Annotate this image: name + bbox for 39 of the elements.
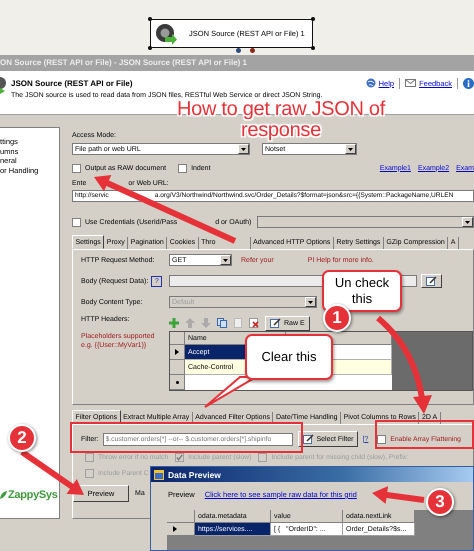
component-icon: [0, 77, 7, 95]
caret-icon: [348, 148, 353, 150]
dialog-title: JSON Source (REST API or File): [11, 78, 133, 88]
checkbox[interactable]: [72, 164, 81, 172]
copy-icon[interactable]: [217, 318, 227, 328]
edit-icon: [270, 318, 281, 328]
row-header[interactable]: [167, 523, 195, 536]
row-header[interactable]: [170, 345, 185, 360]
leaf-icon: [0, 491, 7, 499]
credentials-dropdown[interactable]: [257, 216, 474, 228]
mail-icon: [405, 79, 416, 87]
checkbox[interactable]: [377, 434, 386, 444]
checkbox[interactable]: [178, 164, 188, 172]
selection-handle[interactable]: [311, 17, 315, 21]
connector-port[interactable]: [250, 48, 255, 53]
caret-icon: [241, 148, 246, 150]
caret-icon: [223, 258, 228, 262]
selection-handle[interactable]: [148, 46, 152, 50]
annotation-arrow: [372, 486, 424, 504]
delete-icon[interactable]: [249, 318, 259, 328]
selection-handle[interactable]: [311, 46, 315, 50]
globe-icon: [366, 78, 376, 88]
annotation-title: How to get raw JSON of response: [176, 99, 386, 141]
callout-tooltip: Un check this: [322, 270, 402, 312]
caret-icon: [308, 300, 313, 304]
callout-tooltip: Clear this: [245, 334, 333, 380]
connector-port[interactable]: [236, 48, 241, 53]
info-icon[interactable]: [463, 78, 474, 88]
window-title: ON Source (REST API or File) - JSON Source (REST API or File) 1: [0, 55, 474, 71]
caret-icon: [465, 220, 470, 224]
selection-handle[interactable]: [148, 17, 152, 21]
logo-text: ZappySys: [8, 489, 58, 501]
window-title: Data Preview: [168, 470, 221, 480]
edit-icon: [426, 276, 437, 286]
window-icon: [154, 470, 164, 480]
edit-button[interactable]: [421, 274, 442, 288]
checkbox[interactable]: [72, 218, 81, 226]
edit-icon: [302, 434, 314, 444]
row-header[interactable]: [170, 375, 185, 390]
